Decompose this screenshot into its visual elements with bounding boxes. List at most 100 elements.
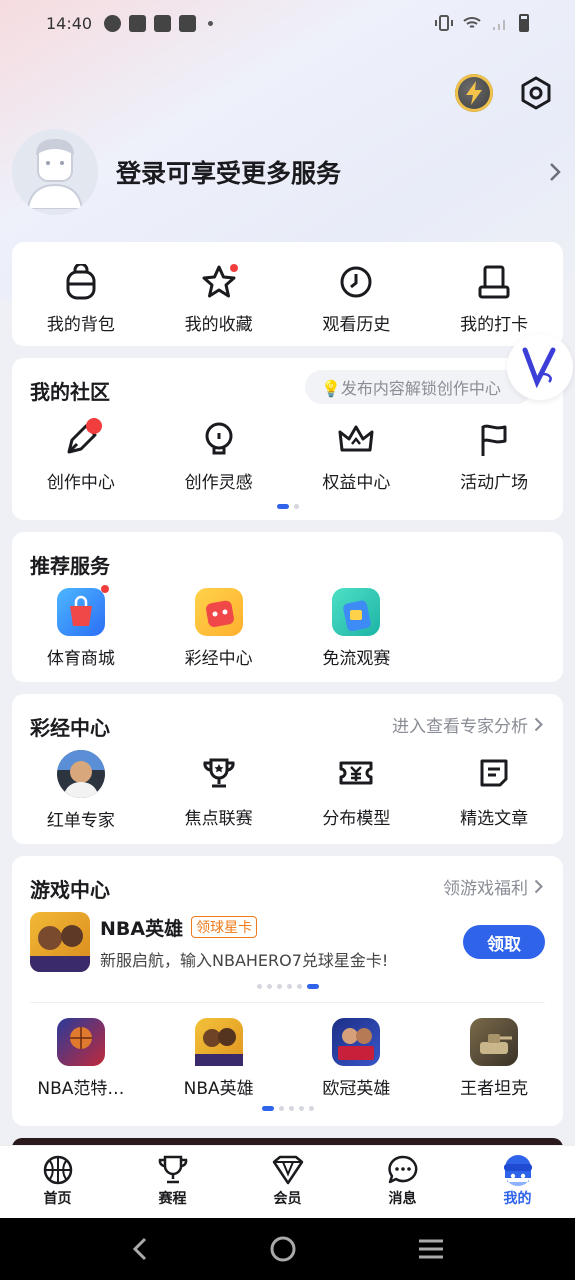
favorites-item[interactable]: 我的收藏 <box>150 262 288 335</box>
expert-analysis-link[interactable]: 进入查看专家分析 <box>392 712 543 737</box>
floating-v-badge[interactable] <box>507 334 573 400</box>
history-item[interactable]: 观看历史 <box>288 262 426 335</box>
settings-icon[interactable] <box>519 76 553 110</box>
trophy-icon <box>158 1155 187 1184</box>
game-benefits-link-label: 领游戏福利 <box>443 879 528 899</box>
lottery-item-label: 焦点联赛 <box>184 809 253 829</box>
recommended-title: 推荐服务 <box>30 554 110 578</box>
home-icon[interactable] <box>269 1235 297 1263</box>
claim-button[interactable]: 领取 <box>463 925 545 959</box>
tab-label: 首页 <box>43 1191 72 1207</box>
ticket-icon <box>339 761 373 785</box>
tab-label: 赛程 <box>158 1191 187 1207</box>
backpack-item[interactable]: 我的背包 <box>12 262 150 335</box>
nba-heroes-thumbnail <box>30 912 90 972</box>
community-promo[interactable]: 💡发布内容解锁创作中心 <box>305 370 533 404</box>
wifi-icon <box>463 17 481 28</box>
sim-card-icon <box>332 588 381 636</box>
tab-home[interactable]: 首页 <box>0 1146 115 1218</box>
featured-game-tag: 领球星卡 <box>191 916 258 938</box>
notification-dot <box>229 264 238 272</box>
battery-icon <box>519 14 529 32</box>
lightning-icon[interactable] <box>455 74 493 112</box>
lottery-item-label: 分布模型 <box>322 809 391 829</box>
checkin-item[interactable]: 我的打卡 <box>425 262 563 335</box>
lottery-title: 彩经中心 <box>30 716 110 740</box>
lottery-item-label: 精选文章 <box>460 809 529 829</box>
tab-schedule[interactable]: 赛程 <box>115 1146 230 1218</box>
selected-articles-item[interactable]: 精选文章 <box>425 750 563 831</box>
game-item[interactable]: 王者坦克 <box>425 1018 563 1099</box>
tab-messages[interactable]: 消息 <box>345 1146 460 1218</box>
chevron-right-icon <box>534 879 543 894</box>
system-nav-bar <box>0 1218 575 1280</box>
game-center-card: 游戏中心 领游戏福利 NBA英雄 领球星卡 新服启航，输入NBAHERO7兑球星… <box>12 856 563 1126</box>
tab-label: 会员 <box>273 1191 302 1207</box>
quick-item-label: 我的背包 <box>46 315 115 335</box>
tab-mine[interactable]: 我的 <box>460 1146 575 1218</box>
status-time: 14:40 <box>46 13 93 33</box>
cell-signal-icon <box>493 20 505 30</box>
quick-item-label: 我的打卡 <box>460 315 529 335</box>
avatar[interactable] <box>12 129 98 215</box>
events-item[interactable]: 活动广场 <box>425 420 563 493</box>
community-item-label: 创作灵感 <box>184 473 253 493</box>
sports-mall-item[interactable]: 体育商城 <box>12 585 150 669</box>
community-pager <box>12 504 563 509</box>
backpack-icon <box>66 264 96 300</box>
focus-league-item[interactable]: 焦点联赛 <box>150 750 288 831</box>
expert-avatar <box>56 750 105 798</box>
inspiration-item[interactable]: 创作灵感 <box>150 420 288 493</box>
quick-access-card: 我的背包 我的收藏 观看历史 我的打卡 <box>12 242 563 346</box>
community-item-label: 权益中心 <box>322 473 391 493</box>
lottery-center-item[interactable]: 彩经中心 <box>150 588 288 669</box>
lock-badge <box>85 418 102 434</box>
shopping-bag-icon <box>56 585 109 636</box>
featured-game-name: NBA英雄 <box>100 917 184 940</box>
lottery-card: 彩经中心 进入查看专家分析 红单专家 焦点联赛 分布模型 精选文章 <box>12 694 563 844</box>
default-avatar-icon <box>26 139 84 209</box>
community-title: 我的社区 <box>30 380 110 404</box>
lottery-item-label: 红单专家 <box>46 811 115 831</box>
game-item[interactable]: NBA英雄 <box>150 1018 288 1099</box>
nba-fantasy-icon <box>56 1018 105 1066</box>
game-benefits-link[interactable]: 领游戏福利 <box>443 874 543 899</box>
community-card: 我的社区 💡发布内容解锁创作中心 创作中心 创作灵感 权益中心 活动广场 <box>12 358 563 520</box>
game-item[interactable]: NBA范特… <box>12 1018 150 1099</box>
featured-game[interactable]: NBA英雄 领球星卡 新服启航，输入NBAHERO7兑球星金卡! 领取 <box>30 912 545 972</box>
games-title: 游戏中心 <box>30 878 110 902</box>
basketball-icon <box>43 1155 72 1185</box>
tab-membership[interactable]: 会员 <box>230 1146 345 1218</box>
distribution-model-item[interactable]: 分布模型 <box>288 750 426 831</box>
community-item-label: 活动广场 <box>460 473 529 493</box>
notification-icon <box>154 14 172 32</box>
speed-icon <box>104 14 122 32</box>
nba-heroes-icon <box>194 1018 243 1066</box>
chevron-right-icon <box>550 163 561 181</box>
bottom-tab-bar: 首页 赛程 会员 消息 我的 <box>0 1145 575 1218</box>
article-icon <box>480 759 508 787</box>
divider <box>30 1002 545 1003</box>
benefits-item[interactable]: 权益中心 <box>288 420 426 493</box>
bulb-icon <box>205 422 233 455</box>
creator-center-item[interactable]: 创作中心 <box>12 418 150 493</box>
vibrate-icon <box>435 15 453 31</box>
free-data-item[interactable]: 免流观赛 <box>288 588 426 669</box>
games-pager <box>12 1106 563 1111</box>
game-item-label: NBA范特… <box>37 1079 125 1099</box>
chat-icon <box>387 1155 417 1184</box>
status-bar: 14:40 <box>0 0 575 46</box>
v-logo-icon <box>522 347 556 389</box>
featured-pager <box>12 984 563 989</box>
login-row[interactable]: 登录可享受更多服务 <box>12 129 563 215</box>
red-list-expert-item[interactable]: 红单专家 <box>12 750 150 831</box>
login-prompt[interactable]: 登录可享受更多服务 <box>116 154 341 190</box>
recents-icon[interactable] <box>417 1237 445 1261</box>
game-item[interactable]: 欧冠英雄 <box>288 1018 426 1099</box>
back-icon[interactable] <box>130 1236 150 1262</box>
top-actions <box>455 74 553 112</box>
chevron-right-icon <box>534 717 543 732</box>
notification-icon <box>129 14 147 32</box>
recommended-item-label: 彩经中心 <box>184 649 253 669</box>
game-item-label: 欧冠英雄 <box>322 1079 391 1099</box>
